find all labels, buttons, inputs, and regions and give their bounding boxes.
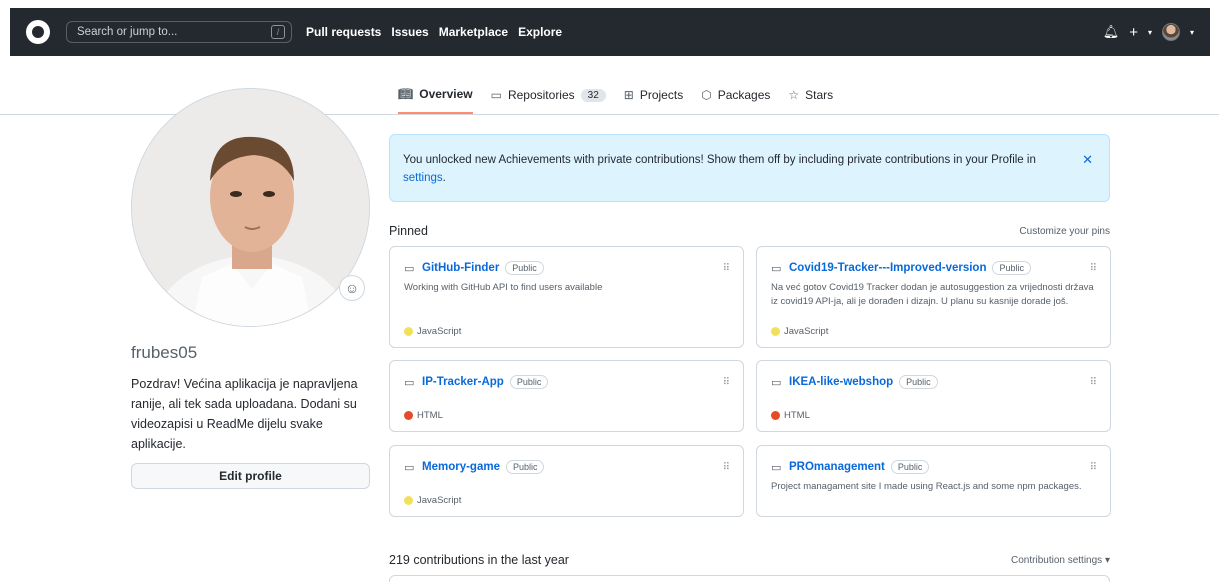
tab-packages[interactable]: ⬡ Packages xyxy=(701,84,770,114)
customize-pins-link[interactable]: Customize your pins xyxy=(1019,226,1110,237)
language-label: HTML xyxy=(784,410,810,421)
book-icon: 📖︎ xyxy=(398,87,414,101)
drag-handle-icon[interactable]: ⠿ xyxy=(1090,263,1097,274)
repo-language: HTML xyxy=(404,410,443,421)
contribution-settings-dropdown[interactable]: Contribution settings ▾ xyxy=(1011,555,1110,566)
edit-profile-button[interactable]: Edit profile xyxy=(131,463,370,489)
repo-description: Working with GitHub API to find users av… xyxy=(404,282,603,293)
repo-icon: ▭ xyxy=(404,262,415,275)
repo-icon: ▭ xyxy=(771,376,782,389)
banner-settings-link[interactable]: settings xyxy=(403,172,443,184)
repo-name-link[interactable]: IP-Tracker-App xyxy=(422,376,504,388)
tab-label: Repositories xyxy=(507,88,575,102)
language-label: JavaScript xyxy=(784,326,829,337)
table-icon: ⊞ xyxy=(623,88,634,102)
search-shortcut-key: / xyxy=(271,25,285,39)
banner-text: You unlocked new Achievements with priva… xyxy=(403,154,1036,166)
language-color-dot xyxy=(404,496,413,505)
repo-description: Project managament site I made using Rea… xyxy=(771,481,1082,492)
language-label: HTML xyxy=(417,410,443,421)
contribution-graph xyxy=(389,575,1110,582)
visibility-badge: Public xyxy=(899,375,938,389)
pinned-heading: Pinned xyxy=(389,224,428,238)
pinned-repo-card: ▭ PROmanagement Public ⠿ Project managam… xyxy=(756,445,1111,517)
pinned-repo-card: ▭ Memory-game Public ⠿ JavaScript xyxy=(389,445,744,517)
repo-icon: ▭ xyxy=(490,88,502,102)
repo-language: HTML xyxy=(771,410,810,421)
close-icon[interactable]: ✕ xyxy=(1082,151,1093,169)
top-navbar: Search or jump to... / Pull requests Iss… xyxy=(10,8,1210,56)
visibility-badge: Public xyxy=(505,460,545,474)
search-input[interactable]: Search or jump to... / xyxy=(66,21,292,43)
create-new-plus-icon[interactable]: + xyxy=(1129,24,1138,41)
notifications-bell-icon[interactable]: 🔔︎ xyxy=(1103,24,1120,40)
repo-name-link[interactable]: GitHub-Finder xyxy=(422,262,499,274)
language-color-dot xyxy=(771,327,780,336)
visibility-badge: Public xyxy=(890,460,930,474)
pinned-repo-card: ▭ IP-Tracker-App Public ⠿ HTML xyxy=(389,360,744,432)
contributions-heading: 219 contributions in the last year xyxy=(389,553,569,567)
set-status-smiley-icon[interactable]: ☺ xyxy=(339,275,365,301)
package-icon: ⬡ xyxy=(701,88,712,102)
visibility-badge: Public xyxy=(509,375,549,389)
header: Search or jump to... / Pull requests Iss… xyxy=(0,0,1219,64)
contribution-settings-label: Contribution settings xyxy=(1011,555,1103,566)
visibility-badge: Public xyxy=(992,261,1031,275)
nav-marketplace[interactable]: Marketplace xyxy=(439,25,508,39)
tab-stars[interactable]: ☆ Stars xyxy=(788,84,833,114)
repo-name-link[interactable]: Memory-game xyxy=(422,461,500,473)
drag-handle-icon[interactable]: ⠿ xyxy=(723,377,730,388)
repo-language: JavaScript xyxy=(771,326,828,337)
repo-language: JavaScript xyxy=(404,495,461,506)
nav-explore[interactable]: Explore xyxy=(518,25,562,39)
repo-icon: ▭ xyxy=(771,262,782,275)
profile-username: frubes05 xyxy=(131,343,198,362)
nav-issues[interactable]: Issues xyxy=(391,25,428,39)
language-color-dot xyxy=(404,327,413,336)
repo-icon: ▭ xyxy=(404,376,415,389)
pinned-repo-card: ▭ IKEA-like-webshop Public ⠿ HTML xyxy=(756,360,1111,432)
github-logo-icon[interactable] xyxy=(26,20,50,44)
profile-bio: Pozdrav! Većina aplikacija je napravljen… xyxy=(131,377,358,451)
profile-avatar[interactable] xyxy=(131,88,370,327)
chevron-down-icon: ▾ xyxy=(1104,555,1110,566)
tab-label: Packages xyxy=(717,88,771,102)
search-placeholder: Search or jump to... xyxy=(77,26,178,38)
tab-label: Stars xyxy=(805,88,834,102)
tab-overview[interactable]: 📖︎ Overview xyxy=(398,84,473,114)
profile-tabs: 📖︎ Overview ▭ Repositories 32 ⊞ Projects… xyxy=(398,84,833,114)
language-color-dot xyxy=(771,411,780,420)
repo-language: JavaScript xyxy=(404,326,461,337)
visibility-badge: Public xyxy=(505,261,544,275)
nav-pull-requests[interactable]: Pull requests xyxy=(306,25,381,39)
tab-label: Projects xyxy=(639,88,684,102)
banner-period: . xyxy=(442,172,446,184)
tab-projects[interactable]: ⊞ Projects xyxy=(624,84,683,114)
user-menu-avatar[interactable] xyxy=(1161,23,1180,41)
language-label: JavaScript xyxy=(417,495,462,506)
tab-label: Overview xyxy=(419,87,473,101)
achievements-banner: You unlocked new Achievements with priva… xyxy=(389,134,1110,202)
repositories-count-badge: 32 xyxy=(580,88,606,102)
drag-handle-icon[interactable]: ⠿ xyxy=(1090,462,1097,473)
profile-photo xyxy=(132,89,369,326)
repo-icon: ▭ xyxy=(404,461,415,474)
drag-handle-icon[interactable]: ⠿ xyxy=(723,263,730,274)
pinned-repo-card: ▭ Covid19-Tracker---Improved-version Pub… xyxy=(756,246,1111,348)
repo-icon: ▭ xyxy=(771,461,782,474)
repo-name-link[interactable]: PROmanagement xyxy=(789,461,885,473)
repo-name-link[interactable]: Covid19-Tracker---Improved-version xyxy=(789,262,986,274)
language-color-dot xyxy=(404,411,413,420)
drag-handle-icon[interactable]: ⠿ xyxy=(1090,377,1097,388)
drag-handle-icon[interactable]: ⠿ xyxy=(723,462,730,473)
pinned-repo-card: ▭ GitHub-Finder Public ⠿ Working with Gi… xyxy=(389,246,744,348)
repo-name-link[interactable]: IKEA-like-webshop xyxy=(789,376,893,388)
language-label: JavaScript xyxy=(417,326,462,337)
star-icon: ☆ xyxy=(788,88,800,102)
user-menu-caret-icon[interactable]: ▾ xyxy=(1190,28,1194,37)
create-caret-icon[interactable]: ▾ xyxy=(1148,28,1152,37)
tab-repositories[interactable]: ▭ Repositories 32 xyxy=(491,84,606,114)
repo-description: Na već gotov Covid19 Tracker dodan je au… xyxy=(771,282,1094,307)
